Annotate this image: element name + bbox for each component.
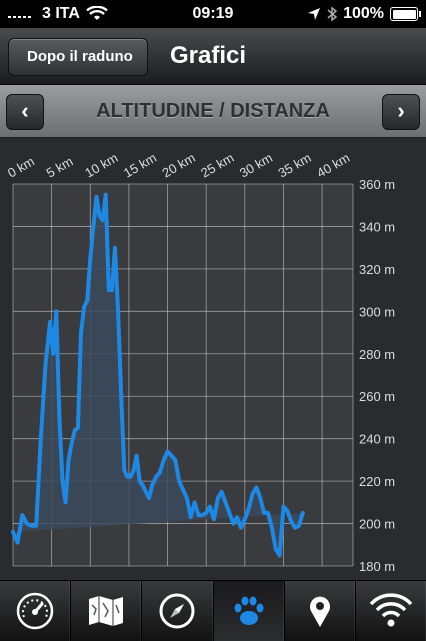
paw-icon [234,596,264,625]
map-icon [89,596,124,626]
bluetooth-icon [327,6,338,22]
tab-location[interactable] [285,581,356,641]
x-tick-label: 20 km [160,150,198,181]
y-tick-label: 320 m [359,262,395,277]
y-tick-label: 220 m [359,474,395,489]
y-tick-label: 360 m [359,177,395,192]
tab-speedometer[interactable] [0,581,72,641]
tab-bar [0,580,426,641]
page-title: Grafici [170,42,247,69]
location-pin-icon [309,596,330,627]
tab-wifi[interactable] [356,581,426,641]
y-tick-label: 180 m [359,559,395,574]
location-arrow-icon [308,8,321,20]
back-button[interactable]: Dopo il raduno [8,38,148,76]
x-tick-label: 40 km [314,150,352,181]
y-tick-label: 240 m [359,432,395,447]
wifi-icon [369,593,413,627]
x-tick-label: 30 km [237,150,275,181]
compass-icon [159,593,195,629]
x-tick-label: 0 km [5,154,37,181]
battery-icon [390,7,421,21]
x-tick-label: 10 km [82,150,120,181]
y-tick-label: 340 m [359,219,395,234]
altitude-chart: 360 m 340 m 320 m 300 m 280 m 260 m 240 m 220 m… [5,150,395,574]
chart-selector-bar: ‹ ALTITUDINE / DISTANZA › [0,85,426,138]
y-tick-label: 300 m [359,304,395,319]
status-bar: 3 ITA 09:19 100% [0,0,426,28]
y-tick-label: 200 m [359,517,395,532]
y-tick-label: 280 m [359,347,395,362]
tab-paw[interactable] [213,581,285,641]
nav-bar: Dopo il raduno Grafici [0,28,426,85]
next-chart-button[interactable]: › [382,94,420,130]
speedometer-icon [16,592,54,630]
x-tick-label: 5 km [44,154,76,181]
status-right: 100% [307,5,421,23]
y-tick-label: 260 m [359,389,395,404]
x-tick-label: 15 km [121,150,159,181]
tab-map[interactable] [71,581,143,641]
x-tick-label: 35 km [275,150,313,181]
tab-compass[interactable] [142,581,214,641]
battery-percent: 100% [343,5,384,22]
chart-selector-title: ALTITUDINE / DISTANZA [96,100,330,122]
x-tick-label: 25 km [198,150,236,181]
